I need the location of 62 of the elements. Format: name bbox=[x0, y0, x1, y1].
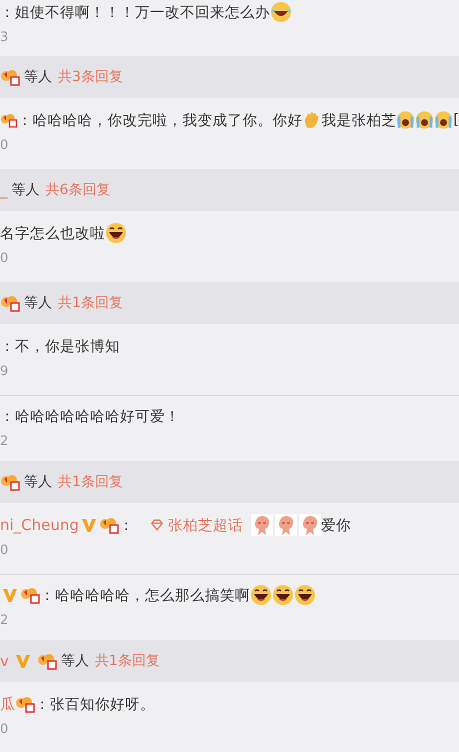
others-label: 等人 bbox=[24, 294, 52, 312]
comment-text: ：姐使不得啊！！！万一改不回来怎么办 bbox=[0, 4, 270, 22]
fan-badge-icon bbox=[98, 516, 119, 534]
fan-badge-icon bbox=[36, 652, 57, 670]
fan-badge-icon bbox=[0, 68, 20, 86]
user-name[interactable]: _ bbox=[0, 181, 8, 199]
comment-text: ：哈哈哈哈哈哈哈好可爱！ bbox=[0, 408, 180, 426]
reply-count-link[interactable]: 共1条回复 bbox=[94, 652, 160, 670]
sticker-icon bbox=[274, 514, 297, 536]
laughing-tears-emoji-icon bbox=[270, 1, 292, 23]
sticker-icon bbox=[250, 514, 273, 536]
reply-summary-bar[interactable]: v 等人 共1条回复 bbox=[0, 640, 459, 682]
comment-text: [ bbox=[453, 112, 459, 128]
reply-summary-bar[interactable]: 等人 共1条回复 bbox=[0, 282, 459, 324]
reply-count-link[interactable]: 共1条回复 bbox=[58, 294, 123, 312]
sticker-icon bbox=[298, 514, 321, 536]
like-count: 9 bbox=[0, 364, 10, 379]
comment-text: ：哈哈哈哈哈，怎么那么搞笑啊 bbox=[40, 586, 250, 604]
crying-emoji-icon bbox=[434, 109, 454, 131]
like-count: 3 bbox=[0, 30, 10, 45]
others-label: 等人 bbox=[24, 68, 52, 86]
crying-emoji-icon bbox=[396, 109, 416, 131]
comment-text: ：哈哈哈哈，你改完啦，我变成了你。你好 bbox=[17, 112, 302, 130]
fan-badge-icon bbox=[0, 111, 18, 129]
comment-text: ： bbox=[118, 516, 134, 534]
diamond-icon bbox=[150, 518, 164, 532]
topic-link[interactable]: 张柏芝超话 bbox=[150, 516, 243, 534]
like-count: 0 bbox=[0, 722, 10, 737]
fan-badge-icon bbox=[20, 586, 40, 604]
reply-count-link[interactable]: 共6条回复 bbox=[46, 181, 110, 199]
comment-text: ：张百知你好呀。 bbox=[35, 696, 155, 714]
fan-badge-icon bbox=[15, 695, 35, 713]
like-count: 0 bbox=[0, 543, 10, 558]
fan-badge-icon bbox=[0, 473, 20, 491]
v-icon bbox=[14, 653, 31, 669]
reply-summary-bar[interactable]: 等人 共3条回复 bbox=[0, 56, 459, 98]
laughing-emoji-icon bbox=[272, 584, 294, 606]
like-count: 2 bbox=[0, 434, 10, 449]
v-icon bbox=[80, 517, 97, 533]
like-count: 0 bbox=[0, 138, 10, 153]
crying-emoji-icon bbox=[415, 109, 434, 131]
user-name[interactable]: ni_Cheung bbox=[0, 516, 79, 534]
reply-count-link[interactable]: 共1条回复 bbox=[58, 473, 123, 491]
v-icon bbox=[2, 587, 18, 603]
others-label: 等人 bbox=[24, 473, 52, 491]
user-name[interactable]: v bbox=[0, 652, 9, 670]
comment-text: ：不，你是张博知 bbox=[0, 338, 120, 356]
user-name[interactable]: 瓜 bbox=[0, 694, 15, 714]
reply-count-link[interactable]: 共3条回复 bbox=[58, 68, 123, 86]
laughing-emoji-icon bbox=[294, 584, 316, 606]
others-label: 等人 bbox=[60, 652, 89, 670]
others-label: 等人 bbox=[12, 181, 40, 199]
comment-text: 爱你 bbox=[320, 516, 351, 534]
reply-summary-bar[interactable]: _ 等人 共6条回复 bbox=[0, 169, 459, 211]
fan-badge-icon bbox=[0, 294, 20, 312]
comment-text: 名字怎么也改啦 bbox=[0, 224, 105, 242]
laughing-emoji-icon bbox=[250, 584, 272, 606]
laughing-emoji-icon bbox=[105, 222, 127, 244]
like-count: 2 bbox=[0, 613, 10, 628]
comment-text: 我是张柏芝 bbox=[321, 112, 396, 130]
reply-summary-bar[interactable]: 等人 共1条回复 bbox=[0, 461, 459, 503]
like-count: 0 bbox=[0, 251, 10, 266]
